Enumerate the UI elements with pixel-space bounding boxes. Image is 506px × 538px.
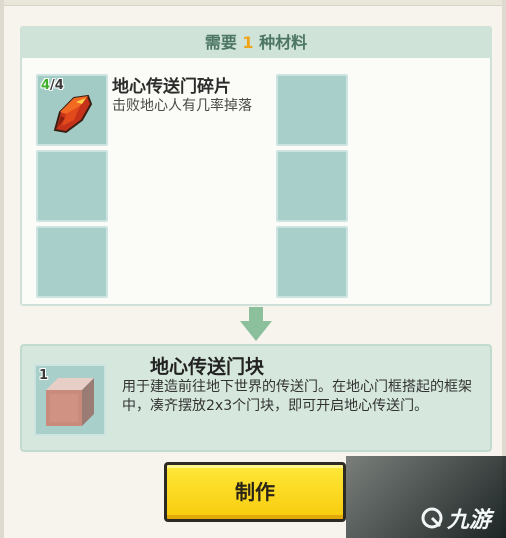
result-slot[interactable]: 1	[34, 364, 106, 436]
material-slot-6[interactable]	[276, 226, 348, 298]
material-name: 地心传送门碎片	[112, 77, 231, 97]
watermark-logo-icon	[421, 507, 443, 529]
result-description: 用于建造前往地下世界的传送门。在地心门框搭起的框架中，凑齐摆放2x3个门块，即可…	[122, 379, 472, 414]
watermark: 九游	[420, 500, 491, 536]
material-slot-2[interactable]	[36, 150, 108, 222]
craft-button[interactable]: 制作	[164, 462, 346, 522]
materials-panel: 需要 1 种材料 4/4 地心传送门碎片 击败地心人有几率掉落	[20, 26, 492, 306]
material-slot-3[interactable]	[36, 226, 108, 298]
materials-header-suffix: 种材料	[253, 33, 308, 52]
red-crystal-shard-icon	[53, 94, 93, 134]
materials-header-prefix: 需要	[204, 33, 243, 52]
window-top-edge	[0, 0, 506, 6]
material-description: 击败地心人有几率掉落	[112, 98, 252, 114]
material-slot-5[interactable]	[276, 150, 348, 222]
materials-header: 需要 1 种材料	[22, 28, 490, 58]
result-title: 地心传送门块	[150, 356, 265, 378]
material-slot-4[interactable]	[276, 74, 348, 146]
watermark-text: 九游	[447, 508, 492, 533]
window-left-edge	[0, 0, 4, 538]
material-slot-1[interactable]: 4/4	[36, 74, 108, 146]
arrow-down-icon	[240, 307, 272, 341]
result-panel: 1 地心传送门块 用于建造前往地下世界的传送门。在地心门框搭起的框架中，凑齐摆放…	[20, 344, 492, 452]
portal-block-cube-icon	[46, 378, 94, 426]
materials-count: 1	[242, 33, 254, 52]
